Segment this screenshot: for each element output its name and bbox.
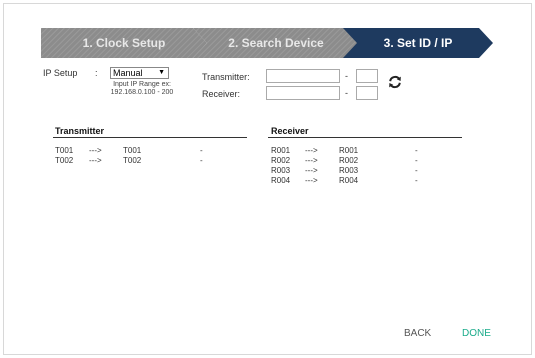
transmitter-table-title: Transmitter (55, 126, 105, 136)
receiver-ip-end-input[interactable] (356, 86, 378, 100)
row-arrow: ---> (305, 176, 318, 185)
ip-range-hint: Input IP Range ex: 192.168.0.100 - 200 (110, 81, 174, 97)
receiver-ip-label: Receiver: (202, 89, 241, 99)
transmitter-table-divider (53, 137, 247, 138)
row-name: T001 (123, 146, 142, 155)
transmitter-ip-dash: - (345, 71, 348, 81)
transmitter-ip-end-input[interactable] (356, 69, 378, 83)
row-name: R002 (339, 156, 359, 165)
refresh-icon[interactable] (388, 75, 402, 89)
receiver-ip-start-input[interactable] (266, 86, 340, 100)
row-id: T002 (55, 156, 74, 165)
transmitter-ip-start-input[interactable] (266, 69, 340, 83)
row-id: R003 (271, 166, 291, 175)
transmitter-ip-label: Transmitter: (202, 72, 250, 82)
wizard-step-clock-setup[interactable]: 1. Clock Setup (41, 28, 207, 58)
wizard-step-set-id-ip[interactable]: 3. Set ID / IP (343, 28, 493, 58)
row-ip: - (415, 156, 418, 165)
ip-setup-label: IP Setup (43, 68, 78, 78)
row-arrow: ---> (305, 166, 318, 175)
back-button[interactable]: BACK (404, 328, 431, 339)
receiver-table-divider (268, 137, 462, 138)
receiver-table-title: Receiver (271, 126, 309, 136)
step-label: 1. Clock Setup (82, 36, 166, 50)
ip-mode-value: Manual (113, 68, 143, 78)
row-name: R004 (339, 176, 359, 185)
row-id: R004 (271, 176, 291, 185)
ip-setup-colon: : (95, 68, 98, 78)
wizard-steps: 1. Clock Setup 2. Search Device 3. Set I… (41, 28, 493, 58)
row-arrow: ---> (89, 156, 102, 165)
row-id: R001 (271, 146, 291, 155)
ip-mode-select[interactable]: Manual ▼ (110, 67, 169, 79)
row-ip: - (415, 166, 418, 175)
row-name: R001 (339, 146, 359, 155)
hint-line-2: 192.168.0.100 - 200 (110, 89, 174, 96)
dropdown-arrow-icon: ▼ (158, 69, 165, 76)
row-ip: - (200, 156, 203, 165)
step-label: 3. Set ID / IP (383, 36, 453, 50)
row-ip: - (415, 176, 418, 185)
hint-line-1: Input IP Range ex: (113, 81, 171, 88)
done-button[interactable]: DONE (462, 328, 491, 339)
row-id: T001 (55, 146, 74, 155)
row-id: R002 (271, 156, 291, 165)
row-name: T002 (123, 156, 142, 165)
row-name: R003 (339, 166, 359, 175)
row-arrow: ---> (305, 156, 318, 165)
wizard-step-search-device[interactable]: 2. Search Device (193, 28, 359, 58)
row-ip: - (200, 146, 203, 155)
row-ip: - (415, 146, 418, 155)
receiver-ip-dash: - (345, 88, 348, 98)
step-label: 2. Search Device (228, 36, 324, 50)
row-arrow: ---> (305, 146, 318, 155)
row-arrow: ---> (89, 146, 102, 155)
